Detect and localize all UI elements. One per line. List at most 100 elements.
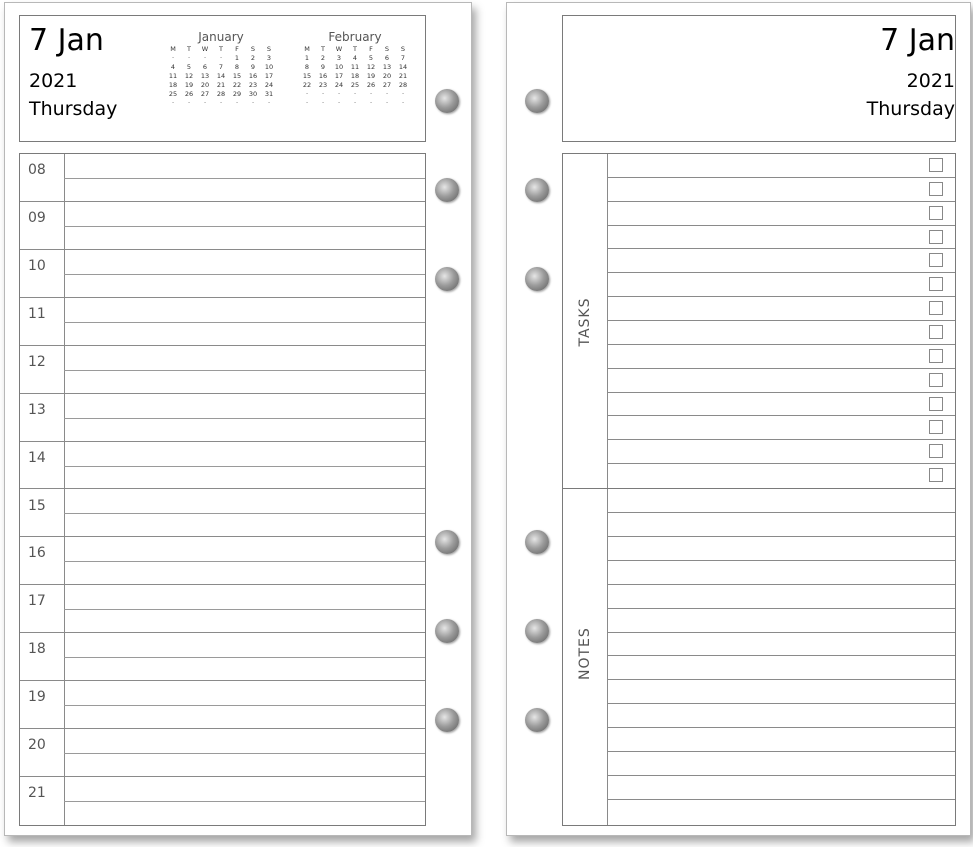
task-row[interactable] bbox=[608, 202, 955, 226]
hour-row[interactable]: 16 bbox=[20, 537, 425, 586]
task-checkbox[interactable] bbox=[929, 229, 943, 244]
hour-row[interactable]: 08 bbox=[20, 154, 425, 202]
weekday-header: W bbox=[335, 45, 343, 53]
note-line[interactable] bbox=[608, 752, 955, 777]
calendar-day: 21 bbox=[398, 72, 408, 80]
calendar-day: · bbox=[401, 90, 405, 98]
calendar-day: · bbox=[219, 54, 223, 62]
calendar-day: 8 bbox=[304, 63, 310, 71]
hour-row[interactable]: 12 bbox=[20, 346, 425, 394]
task-checkbox[interactable] bbox=[929, 301, 943, 316]
calendar-day: · bbox=[171, 54, 175, 62]
task-row[interactable] bbox=[608, 464, 955, 487]
task-row[interactable] bbox=[608, 226, 955, 250]
note-line[interactable] bbox=[608, 728, 955, 753]
binder-hole bbox=[525, 178, 549, 202]
calendar-day: · bbox=[203, 54, 207, 62]
task-checkbox[interactable] bbox=[929, 158, 943, 172]
note-line[interactable] bbox=[608, 704, 955, 729]
task-checkbox[interactable] bbox=[929, 277, 943, 292]
mini-calendar-month-title: January bbox=[198, 30, 244, 44]
note-line[interactable] bbox=[608, 776, 955, 801]
task-checkbox[interactable] bbox=[929, 372, 943, 387]
note-line[interactable] bbox=[608, 585, 955, 609]
calendar-day: 19 bbox=[184, 81, 194, 89]
year: 2021 bbox=[29, 70, 78, 92]
hour-row[interactable]: 09 bbox=[20, 202, 425, 250]
mini-calendar-january: January M T W T F S S · · · · 1 2 3 4 5 6 7 8 9 10 11 12 13 14 15 1… bbox=[165, 30, 277, 108]
notes-section-label: NOTES bbox=[577, 627, 593, 680]
task-row[interactable] bbox=[608, 273, 955, 298]
task-checkbox[interactable] bbox=[929, 420, 943, 435]
task-row[interactable] bbox=[608, 369, 955, 393]
note-line[interactable] bbox=[608, 561, 955, 585]
hour-row[interactable]: 18 bbox=[20, 633, 425, 682]
calendar-day: 22 bbox=[232, 81, 242, 89]
note-line[interactable] bbox=[608, 537, 955, 561]
task-row[interactable] bbox=[608, 440, 955, 465]
calendar-day: 11 bbox=[168, 72, 178, 80]
task-checkbox[interactable] bbox=[929, 396, 943, 411]
task-row[interactable] bbox=[608, 297, 955, 321]
calendar-day: · bbox=[353, 90, 357, 98]
tasks-list bbox=[608, 154, 955, 488]
task-checkbox[interactable] bbox=[929, 348, 943, 363]
calendar-day: 3 bbox=[336, 54, 342, 62]
calendar-day: · bbox=[251, 99, 255, 107]
hour-row[interactable]: 10 bbox=[20, 250, 425, 298]
task-row[interactable] bbox=[608, 249, 955, 274]
hour-label: 21 bbox=[28, 785, 46, 802]
note-line[interactable] bbox=[608, 489, 955, 513]
binder-hole bbox=[525, 89, 549, 113]
note-line[interactable] bbox=[608, 513, 955, 537]
calendar-day: 1 bbox=[234, 54, 240, 62]
calendar-day: · bbox=[369, 90, 373, 98]
weekday: Thursday bbox=[29, 98, 118, 120]
weekday-header: M bbox=[304, 45, 310, 53]
note-line[interactable] bbox=[608, 633, 955, 657]
task-checkbox[interactable] bbox=[929, 444, 943, 459]
hour-row[interactable]: 21 bbox=[20, 777, 425, 825]
calendar-day: 9 bbox=[250, 63, 256, 71]
hour-label: 15 bbox=[28, 497, 46, 514]
task-checkbox[interactable] bbox=[929, 181, 943, 196]
note-line[interactable] bbox=[608, 609, 955, 633]
task-checkbox[interactable] bbox=[929, 253, 943, 268]
half-hour-line bbox=[64, 225, 425, 227]
task-row[interactable] bbox=[608, 321, 955, 345]
calendar-day: · bbox=[235, 99, 239, 107]
calendar-day: · bbox=[401, 99, 405, 107]
hour-row[interactable]: 14 bbox=[20, 442, 425, 490]
hour-row[interactable]: 17 bbox=[20, 585, 425, 634]
calendar-day: 10 bbox=[334, 63, 344, 71]
calendar-day: 12 bbox=[366, 63, 376, 71]
calendar-day: 21 bbox=[216, 81, 226, 89]
calendar-day: 17 bbox=[264, 72, 274, 80]
hour-row[interactable]: 20 bbox=[20, 729, 425, 778]
calendar-day: 15 bbox=[302, 72, 312, 80]
task-checkbox[interactable] bbox=[929, 468, 943, 483]
calendar-day: 2 bbox=[250, 54, 256, 62]
task-checkbox[interactable] bbox=[929, 205, 943, 220]
note-line[interactable] bbox=[608, 657, 955, 681]
task-row[interactable] bbox=[608, 393, 955, 417]
hour-label: 16 bbox=[28, 545, 46, 562]
task-row[interactable] bbox=[608, 154, 955, 178]
task-row[interactable] bbox=[608, 178, 955, 202]
note-line[interactable] bbox=[608, 680, 955, 705]
hour-row[interactable]: 11 bbox=[20, 298, 425, 346]
tasks-notes-panel: TASKS NOTES bbox=[562, 153, 956, 826]
hour-row[interactable]: 19 bbox=[20, 681, 425, 730]
task-row[interactable] bbox=[608, 345, 955, 369]
hour-label: 13 bbox=[28, 401, 46, 418]
binder-hole bbox=[525, 530, 549, 554]
task-checkbox[interactable] bbox=[929, 325, 943, 339]
calendar-day: 25 bbox=[350, 81, 360, 89]
year-right: 2021 bbox=[906, 70, 955, 92]
calendar-day: 4 bbox=[352, 54, 358, 62]
hour-row[interactable]: 13 bbox=[20, 394, 425, 442]
task-row[interactable] bbox=[608, 416, 955, 441]
hour-row[interactable]: 15 bbox=[20, 490, 425, 538]
calendar-day: 29 bbox=[232, 90, 242, 98]
calendar-day: 27 bbox=[382, 81, 392, 89]
